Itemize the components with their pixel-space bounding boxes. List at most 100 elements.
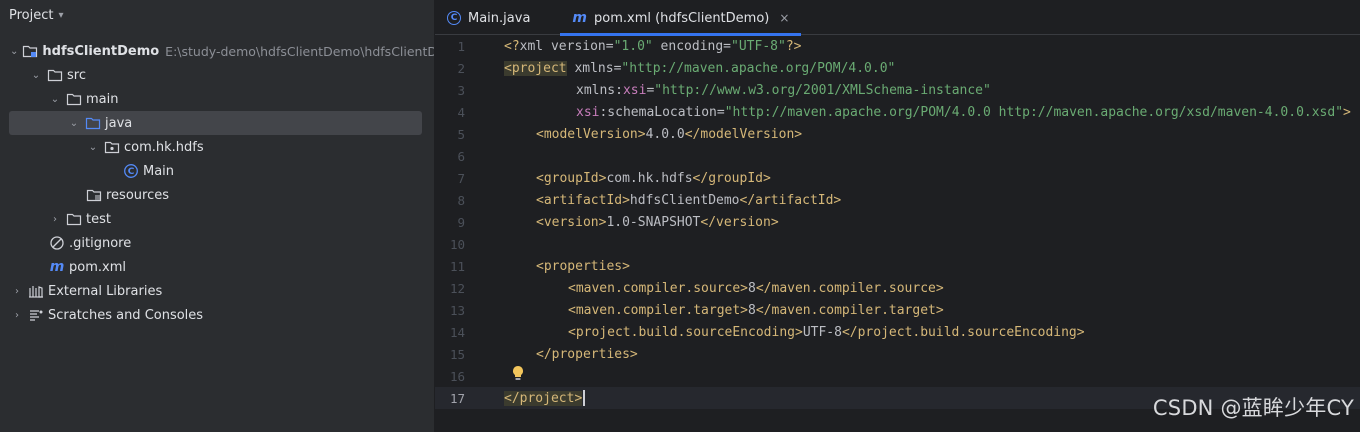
line-number: 10: [449, 236, 465, 252]
tree-item-label: main: [86, 91, 119, 107]
code-text: <?xml version="1.0" encoding="UTF-8"?>: [504, 38, 802, 54]
code-text: <properties>: [536, 258, 630, 274]
text-caret: [583, 390, 586, 406]
code-text: xmlns:xsi="http://www.w3.org/2001/XMLSch…: [576, 82, 991, 98]
code-line: 2 <project xmlns="http://maven.apache.or…: [435, 57, 1360, 79]
watermark: CSDN @蓝眸少年CY: [1152, 396, 1354, 420]
tree-item-main[interactable]: ⌄ main: [0, 87, 434, 111]
line-number: 7: [457, 170, 465, 186]
chevron-down-icon[interactable]: ⌄: [48, 94, 62, 105]
tree-item-label: pom.xml: [69, 259, 126, 275]
code-line: 1 <?xml version="1.0" encoding="UTF-8"?>: [435, 35, 1360, 57]
code-text: <maven.compiler.target>8</maven.compiler…: [568, 302, 944, 318]
code-text: <groupId>com.hk.hdfs</groupId>: [536, 170, 771, 186]
package-icon: [104, 139, 120, 155]
library-icon: [28, 283, 44, 299]
line-number: 11: [449, 258, 465, 274]
code-text: <version>1.0-SNAPSHOT</version>: [536, 214, 779, 230]
tree-item-label: com.hk.hdfs: [124, 139, 204, 155]
project-panel-title: Project: [9, 7, 54, 23]
code-line: 3 xmlns:xsi="http://www.w3.org/2001/XMLS…: [435, 79, 1360, 101]
line-number: 1: [457, 38, 465, 54]
module-path: E:\study-demo\hdfsClientDemo\hdfsClientD…: [165, 43, 434, 59]
chevron-down-icon[interactable]: ⌄: [29, 70, 43, 81]
ignore-file-icon: [49, 235, 65, 251]
line-number: 17: [449, 390, 465, 406]
close-icon[interactable]: ×: [779, 11, 789, 25]
tree-item-external-libraries[interactable]: › External Libraries: [0, 279, 434, 303]
tab-pom-xml[interactable]: m pom.xml (hdfsClientDemo) ×: [560, 2, 802, 36]
tree-item-label: External Libraries: [48, 283, 163, 299]
code-text: <maven.compiler.source>8</maven.compiler…: [568, 280, 944, 296]
tree-item-label: java: [105, 115, 133, 131]
line-number: 13: [449, 302, 465, 318]
project-tool-window: Project ▾ ⌄ hdfsClientDemo E:\study-demo…: [0, 0, 434, 432]
line-number: 5: [457, 126, 465, 142]
code-editor[interactable]: 1 <?xml version="1.0" encoding="UTF-8"?>…: [435, 35, 1360, 432]
tree-item-main-class[interactable]: C Main: [0, 159, 434, 183]
code-line: 6: [435, 145, 1360, 167]
folder-icon: [47, 67, 63, 83]
code-line: 15 </properties>: [435, 343, 1360, 365]
class-icon: C: [123, 163, 139, 179]
source-folder-icon: [85, 115, 101, 131]
tree-item-package[interactable]: ⌄ com.hk.hdfs: [0, 135, 434, 159]
class-icon: C: [447, 11, 461, 25]
code-line: 16: [435, 365, 1360, 387]
editor-tabs: C Main.java m pom.xml (hdfsClientDemo) ×: [435, 0, 1360, 36]
code-line: 8 <artifactId>hdfsClientDemo</artifactId…: [435, 189, 1360, 211]
code-line: 11 <properties>: [435, 255, 1360, 277]
tree-item-src[interactable]: ⌄ src: [0, 63, 434, 87]
tree-item-resources[interactable]: resources: [0, 183, 434, 207]
line-number: 6: [457, 148, 465, 164]
svg-text:C: C: [128, 167, 135, 177]
line-number: 2: [457, 60, 465, 76]
maven-icon: m: [572, 10, 587, 26]
code-line: 12 <maven.compiler.source>8</maven.compi…: [435, 277, 1360, 299]
tab-main-java[interactable]: C Main.java: [435, 2, 542, 34]
module-folder-icon: [22, 43, 38, 59]
line-number: 3: [457, 82, 465, 98]
chevron-down-icon[interactable]: ⌄: [86, 142, 100, 153]
code-line: 5 <modelVersion>4.0.0</modelVersion>: [435, 123, 1360, 145]
line-number: 15: [449, 346, 465, 362]
tree-item-label: .gitignore: [69, 235, 132, 251]
code-text: <project.build.sourceEncoding>UTF-8</pro…: [568, 324, 1085, 340]
code-text: <artifactId>hdfsClientDemo</artifactId>: [536, 192, 842, 208]
chevron-right-icon[interactable]: ›: [10, 310, 24, 321]
resources-folder-icon: [86, 187, 102, 203]
code-line: 9 <version>1.0-SNAPSHOT</version>: [435, 211, 1360, 233]
code-text: </properties>: [536, 346, 638, 362]
tab-label: pom.xml (hdfsClientDemo): [594, 10, 770, 26]
code-line: 14 <project.build.sourceEncoding>UTF-8</…: [435, 321, 1360, 343]
chevron-right-icon[interactable]: ›: [48, 214, 62, 225]
project-panel-header[interactable]: Project ▾: [0, 0, 434, 30]
code-text: xsi:schemaLocation="http://maven.apache.…: [576, 104, 1351, 120]
chevron-down-icon[interactable]: ⌄: [10, 46, 18, 57]
lightbulb-icon[interactable]: [512, 365, 524, 385]
code-line: 4 xsi:schemaLocation="http://maven.apach…: [435, 101, 1360, 123]
tree-item-label: hdfsClientDemo: [42, 43, 160, 59]
code-text: </project>: [504, 390, 586, 406]
tree-item-label: Scratches and Consoles: [48, 307, 204, 323]
folder-icon: [66, 211, 82, 227]
chevron-down-icon[interactable]: ⌄: [67, 118, 81, 129]
tree-item-label: src: [67, 67, 86, 83]
tree-item-test[interactable]: › test: [0, 207, 434, 231]
tree-item-scratches[interactable]: › Scratches and Consoles: [0, 303, 434, 327]
tree-item-java[interactable]: ⌄ java: [9, 111, 422, 135]
chevron-down-icon[interactable]: ▾: [58, 10, 63, 21]
chevron-right-icon[interactable]: ›: [10, 286, 24, 297]
tab-label: Main.java: [468, 10, 531, 26]
tree-item-label: resources: [106, 187, 170, 203]
tree-item-pom[interactable]: m pom.xml: [0, 255, 434, 279]
line-number: 16: [449, 368, 465, 384]
tree-item-hdfsClientDemo[interactable]: ⌄ hdfsClientDemo E:\study-demo\hdfsClien…: [0, 39, 434, 63]
code-text: <modelVersion>4.0.0</modelVersion>: [536, 126, 803, 142]
line-number: 12: [449, 280, 465, 296]
code-line: 10: [435, 233, 1360, 255]
maven-icon: m: [49, 259, 65, 275]
tree-item-label: Main: [143, 163, 175, 179]
scratches-icon: [28, 307, 44, 323]
tree-item-gitignore[interactable]: .gitignore: [0, 231, 434, 255]
